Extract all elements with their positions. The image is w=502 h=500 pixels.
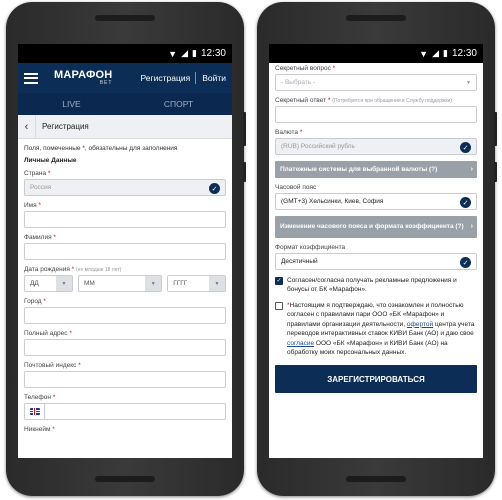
secret-answer-label: Секретный ответ * (Потребуется при обращ… [275,97,452,104]
tab-sport[interactable]: СПОРТ [125,93,232,115]
section-title: Личные Данные [24,157,77,164]
wifi-icon: ▼ [168,48,178,59]
country-label: Страна * [24,170,51,177]
chevron-down-icon: ▼ [466,79,471,86]
page-title: Регистрация [42,122,89,131]
speaker-grille [95,15,155,21]
check-icon: ✓ [460,197,471,208]
ads-consent-checkbox[interactable]: ✓ [275,277,283,285]
speaker-grille [346,476,406,482]
postcode-field[interactable] [24,371,226,388]
phone-label: Телефон * [24,394,56,401]
speaker-grille [346,15,406,21]
register-link[interactable]: Регистрация [136,73,196,83]
wifi-icon: ▼ [419,48,429,59]
page-subheader: ‹ Регистрация [18,114,232,139]
address-field[interactable] [24,339,226,356]
city-label: Город * [24,298,46,305]
app-header: МАРАФОН BET Регистрация Войти [18,63,232,93]
timezone-label: Часовой пояс [275,184,317,191]
volume-button [243,112,246,146]
secret-question-select[interactable]: - Выбрать - ▼ [275,74,477,91]
country-select[interactable]: Россия ✓ [24,179,226,196]
month-select[interactable]: ММ ▼ [77,275,163,292]
marathon-logo[interactable]: МАРАФОН BET [54,70,112,86]
timezone-select[interactable]: (GMT+3) Хельсинки, Киев, София ✓ [275,193,477,210]
check-icon: ✓ [209,183,220,194]
battery-icon: ▮ [192,48,197,58]
chevron-down-icon: ▼ [145,276,162,291]
year-select[interactable]: ГГГГ ▼ [167,275,226,292]
currency-label: Валюта * [275,129,303,136]
power-button [494,162,497,182]
address-label: Полный адрес * [24,330,72,337]
registration-form: Поля, помеченные *, обязательны для запо… [18,145,232,435]
clock: 12:30 [200,48,226,59]
clock: 12:30 [451,48,477,59]
birthdate-row: ДД ▼ ММ ▼ ГГГГ ▼ [24,275,226,292]
secret-answer-field[interactable] [275,106,477,123]
surname-field[interactable] [24,243,226,260]
odds-format-select[interactable]: Десятичный ✓ [275,253,477,270]
screen-left: ▼ ◢ ▮ 12:30 МАРАФОН BET Регистрация Войт… [18,44,232,458]
chevron-right-icon: › [470,166,473,173]
chevron-down-icon: ▼ [55,276,72,291]
back-chevron-icon[interactable]: ‹ [18,114,36,139]
uk-flag-icon[interactable] [25,404,45,419]
status-bar: ▼ ◢ ▮ 12:30 [269,44,483,63]
login-link[interactable]: Войти [196,73,226,83]
ads-consent-row: ✓ Согласен/согласна получать рекламные п… [275,276,477,295]
birthdate-label: Дата рождения * (не младше 18 лет) [24,266,122,273]
power-button [243,162,246,182]
odds-format-label: Формат коэффициента [275,244,346,251]
phone-field[interactable] [24,403,226,420]
signal-icon: ◢ [181,48,189,58]
day-select[interactable]: ДД ▼ [24,275,73,292]
rules-consent-text: *Настоящим я подтверждаю, что ознакомлен… [287,301,475,356]
offer-link[interactable]: офертой [407,321,433,328]
sport-tabs: LIVE СПОРТ [18,93,232,115]
city-field[interactable] [24,307,226,324]
signal-icon: ◢ [432,48,440,58]
consent-link[interactable]: согласие [287,340,314,347]
rules-consent-checkbox[interactable] [275,301,283,310]
check-icon: ✓ [460,257,471,268]
surname-label: Фамилия * [24,234,56,241]
phone-right: ▼ ◢ ▮ 12:30 Секретный вопрос * - Выбрать… [257,2,497,496]
chevron-down-icon: ▼ [209,276,225,291]
required-note: Поля, помеченные *, обязательны для запо… [24,145,178,152]
ads-consent-text: Согласен/согласна получать рекламные пре… [287,277,457,294]
rules-consent-row: *Настоящим я подтверждаю, что ознакомлен… [275,301,477,358]
speaker-grille [95,476,155,482]
name-label: Имя * [24,202,42,209]
register-button[interactable]: ЗАРЕГИСТРИРОВАТЬСЯ [275,365,477,394]
check-icon: ✓ [460,142,471,153]
status-bar: ▼ ◢ ▮ 12:30 [18,44,232,63]
payment-systems-toggle[interactable]: Платежные системы для выбранной валюты (… [275,161,477,178]
screen-right: ▼ ◢ ▮ 12:30 Секретный вопрос * - Выбрать… [269,44,483,458]
registration-form-continued: Секретный вопрос * - Выбрать - ▼ Секретн… [269,65,483,394]
tab-live[interactable]: LIVE [18,93,125,115]
secret-question-label: Секретный вопрос * [275,65,336,72]
currency-select[interactable]: (RUB) Российский рубль ✓ [275,138,477,155]
nickname-label: Никнейм * [24,426,55,433]
name-field[interactable] [24,211,226,228]
menu-icon[interactable] [24,72,38,84]
battery-icon: ▮ [443,48,448,58]
phone-left: ▼ ◢ ▮ 12:30 МАРАФОН BET Регистрация Войт… [6,2,246,496]
postcode-label: Почтовый индекс * [24,362,81,369]
timezone-format-toggle[interactable]: Изменение часового пояса и формата коэфф… [275,216,477,238]
chevron-right-icon: › [470,222,473,230]
volume-button [494,112,497,146]
